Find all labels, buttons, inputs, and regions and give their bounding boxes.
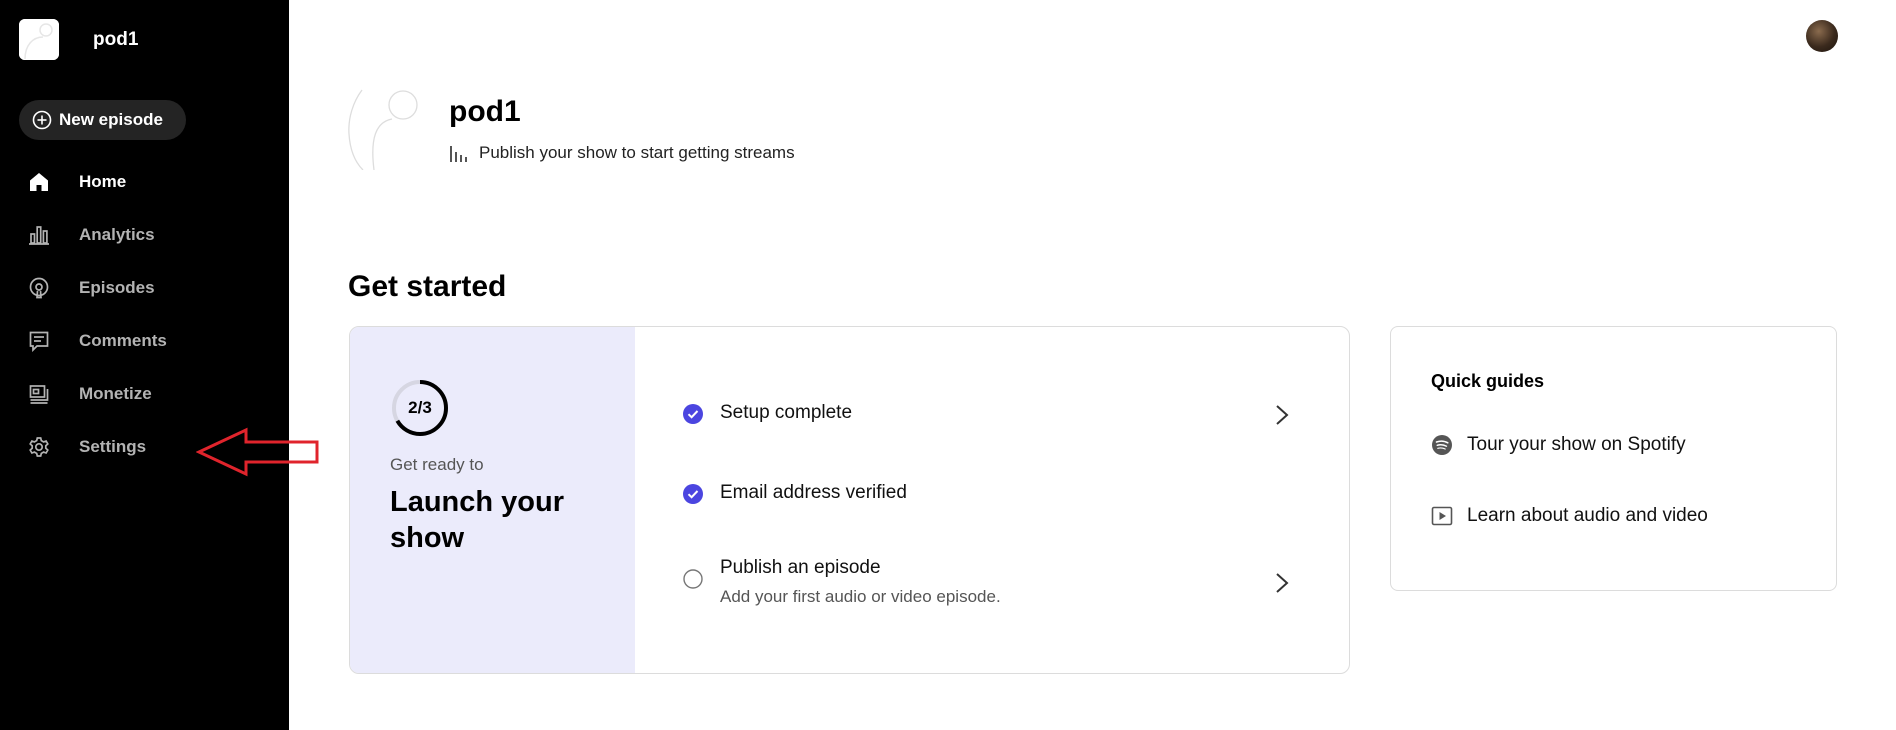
guide-label: Tour your show on Spotify <box>1467 434 1686 455</box>
task-email-verified[interactable]: Email address verified <box>683 482 907 504</box>
sidebar-item-label: Home <box>79 171 127 191</box>
sidebar-item-analytics[interactable]: Analytics <box>0 208 289 261</box>
show-status-text: Publish your show to start getting strea… <box>479 143 795 162</box>
show-status: Publish your show to start getting strea… <box>449 143 795 163</box>
chevron-right-icon[interactable] <box>1274 403 1290 427</box>
sidebar-nav: Home Analytics Episodes Comments Monetiz… <box>0 155 289 473</box>
launch-eyebrow: Get ready to <box>390 455 484 474</box>
progress-label: 2/3 <box>408 398 432 417</box>
sidebar-item-comments[interactable]: Comments <box>0 314 289 367</box>
launch-title: Launch your show <box>390 486 565 554</box>
show-cover-art <box>348 89 418 170</box>
task-description: Add your first audio or video episode. <box>720 587 1001 606</box>
empty-circle-icon <box>683 569 703 589</box>
show-title: pod1 <box>449 95 521 128</box>
task-label: Publish an episode <box>720 557 881 578</box>
sidebar-item-label: Monetize <box>79 383 152 403</box>
launch-card: 2/3 Get ready to Launch your show Setup … <box>349 326 1350 674</box>
task-setup-complete[interactable]: Setup complete <box>683 402 852 424</box>
avatar[interactable] <box>1806 20 1838 52</box>
bar-chart-icon <box>28 224 50 246</box>
quick-guides-card: Quick guides Tour your show on Spotify L… <box>1390 326 1837 591</box>
new-episode-button[interactable]: New episode <box>19 100 186 140</box>
sidebar-item-monetize[interactable]: Monetize <box>0 367 289 420</box>
plus-circle-icon <box>32 110 52 130</box>
task-publish-episode[interactable]: Publish an episode Add your first audio … <box>683 557 1001 607</box>
sidebar: pod1 New episode Home Analytics Episodes… <box>0 0 319 730</box>
sidebar-item-episodes[interactable]: Episodes <box>0 261 289 314</box>
check-circle-icon <box>683 404 703 424</box>
podcast-icon <box>28 277 50 299</box>
annotation-arrow <box>196 427 319 477</box>
comment-icon <box>28 330 50 352</box>
new-episode-label: New episode <box>59 110 163 129</box>
launch-panel: 2/3 Get ready to Launch your show <box>350 327 635 673</box>
stats-bars-icon <box>450 146 467 162</box>
home-icon <box>28 171 50 193</box>
task-label: Setup complete <box>720 402 853 423</box>
show-name: pod1 <box>93 28 139 50</box>
sidebar-item-home[interactable]: Home <box>0 155 289 208</box>
show-switcher[interactable]: pod1 <box>19 19 138 60</box>
check-circle-icon <box>683 484 703 504</box>
guide-audio-video[interactable]: Learn about audio and video <box>1431 505 1708 527</box>
sidebar-item-label: Episodes <box>79 277 155 297</box>
gear-icon <box>28 436 50 458</box>
sidebar-item-label: Analytics <box>79 224 155 244</box>
chevron-right-icon[interactable] <box>1274 571 1290 595</box>
quick-guides-title: Quick guides <box>1431 371 1545 391</box>
task-label: Email address verified <box>720 482 907 503</box>
guide-tour-spotify[interactable]: Tour your show on Spotify <box>1431 434 1686 456</box>
sidebar-item-label: Comments <box>79 330 167 350</box>
section-title: Get started <box>348 270 507 303</box>
spotify-icon <box>1432 435 1452 455</box>
sidebar-item-label: Settings <box>79 436 147 456</box>
play-icon <box>1431 506 1453 526</box>
monetize-icon <box>28 383 50 405</box>
show-logo <box>19 19 59 60</box>
guide-label: Learn about audio and video <box>1467 505 1708 526</box>
